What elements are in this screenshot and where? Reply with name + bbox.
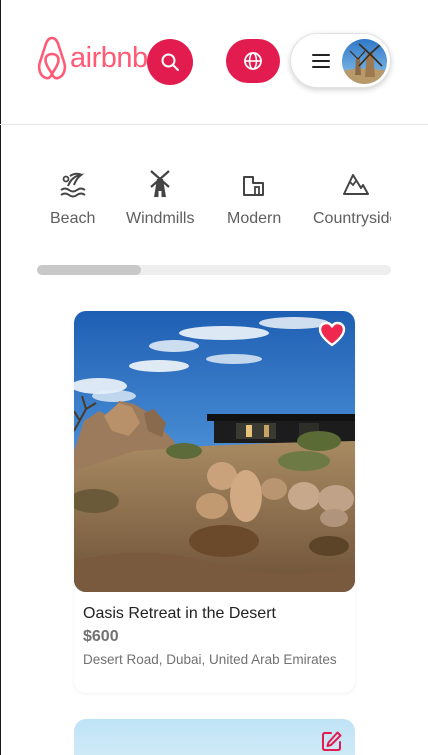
language-button[interactable]: [226, 39, 280, 83]
listing-card[interactable]: [74, 719, 355, 755]
listing-photo[interactable]: [74, 311, 355, 592]
category-windmills[interactable]: Windmills: [126, 165, 194, 228]
category-beach[interactable]: Beach: [50, 165, 95, 228]
category-bar: Beach Windmills Modern Countryside: [37, 165, 391, 235]
listing-info: Oasis Retreat in the Desert $600 Desert …: [83, 604, 348, 669]
windmill-avatar-image: [342, 39, 387, 84]
listing-location: Desert Road, Dubai, United Arab Emirates: [83, 652, 337, 667]
search-button[interactable]: [147, 39, 193, 85]
listing-title: Oasis Retreat in the Desert: [83, 605, 276, 622]
category-scrollbar-thumb[interactable]: [37, 265, 141, 275]
hamburger-icon: [312, 54, 330, 68]
brand-name: airbnb: [70, 41, 148, 74]
category-label: Beach: [50, 210, 96, 227]
listing-price: $600: [83, 628, 119, 645]
category-label: Countryside: [313, 210, 391, 227]
favorite-heart-icon[interactable]: [318, 321, 346, 347]
desert-house-photo: [74, 311, 355, 592]
beach-icon: [60, 172, 86, 198]
airbnb-logo-icon: [37, 36, 67, 80]
top-header: airbnb: [0, 0, 428, 125]
search-icon: [161, 53, 179, 71]
airbnb-logo[interactable]: airbnb: [37, 35, 148, 85]
category-modern[interactable]: Modern: [227, 165, 281, 228]
category-scrollbar[interactable]: [37, 265, 391, 275]
user-menu-button[interactable]: [290, 33, 391, 88]
listing-card[interactable]: Oasis Retreat in the Desert $600 Desert …: [74, 311, 355, 693]
mountain-icon: [342, 174, 369, 195]
edit-icon[interactable]: [321, 730, 343, 752]
windmill-icon: [150, 170, 170, 197]
modern-house-icon: [243, 176, 265, 196]
category-countryside[interactable]: Countryside: [313, 165, 391, 228]
globe-icon: [244, 52, 262, 70]
category-label: Modern: [227, 210, 282, 227]
avatar: [342, 39, 387, 84]
category-label: Windmills: [126, 210, 195, 227]
